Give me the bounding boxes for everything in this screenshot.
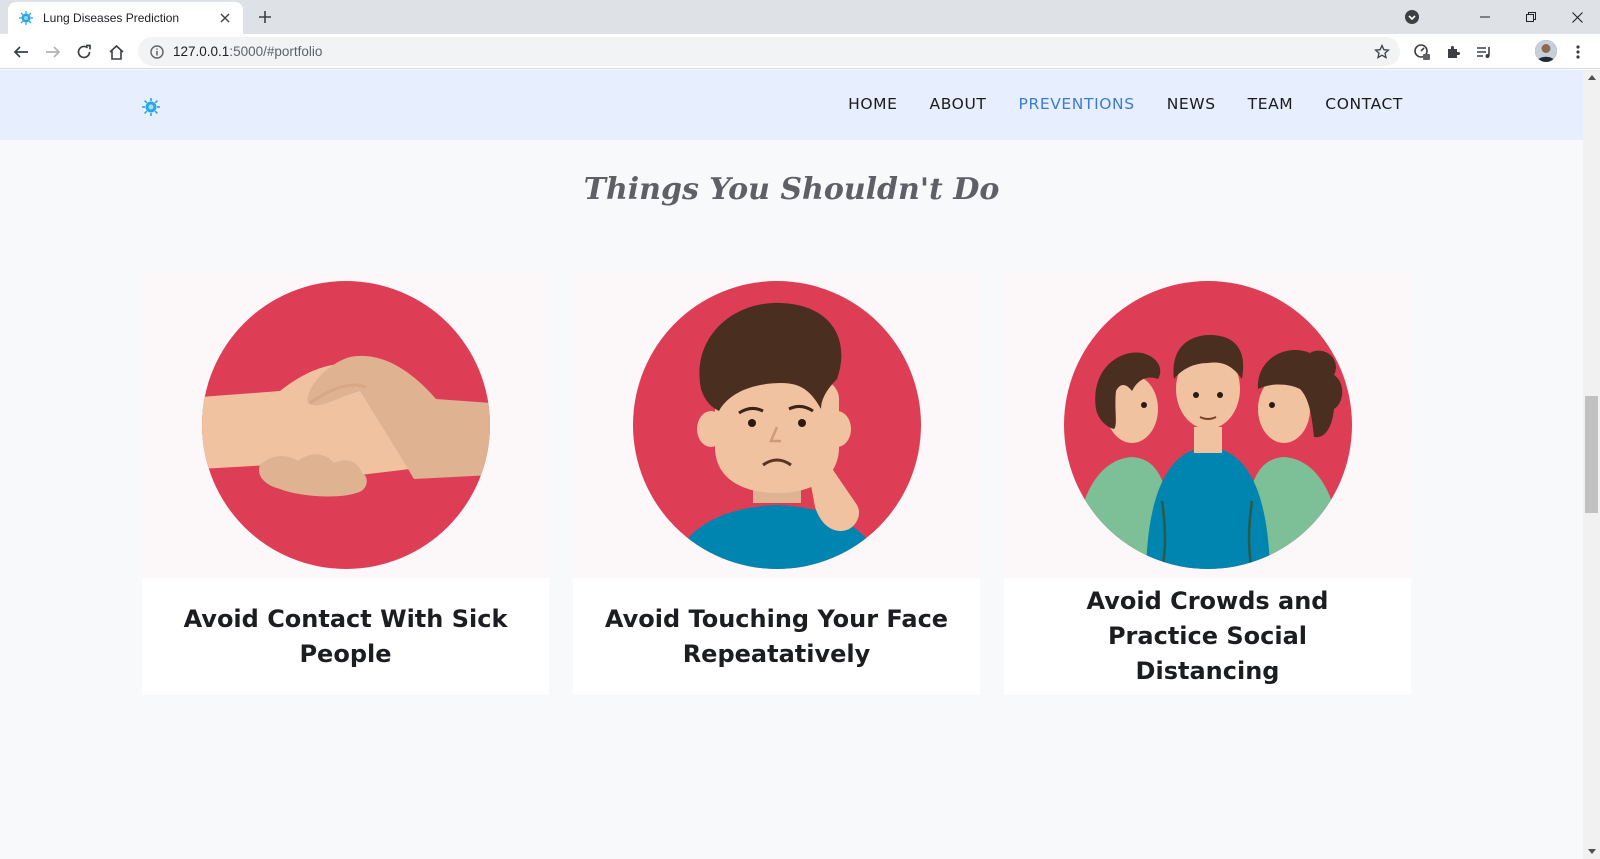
- tab-title: Lung Diseases Prediction: [43, 11, 180, 25]
- card-title: Avoid Contact With Sick People: [183, 604, 508, 668]
- page-viewport: HOME ABOUT PREVENTIONS NEWS TEAM CONTACT…: [0, 70, 1583, 859]
- nav-contact[interactable]: CONTACT: [1325, 95, 1403, 113]
- back-arrow-icon[interactable]: [9, 40, 33, 64]
- site-header: HOME ABOUT PREVENTIONS NEWS TEAM CONTACT: [0, 70, 1583, 140]
- site-info-icon[interactable]: [149, 44, 165, 60]
- virus-favicon-icon: [18, 10, 34, 26]
- nav-team[interactable]: TEAM: [1248, 95, 1294, 113]
- nav-news[interactable]: NEWS: [1167, 95, 1216, 113]
- browser-toolbar: 127.0.0.1:5000/#portfolio: [0, 34, 1600, 69]
- home-icon[interactable]: [104, 40, 128, 64]
- new-tab-icon[interactable]: [254, 6, 276, 28]
- url-host: 127.0.0.1: [173, 44, 230, 59]
- card-avoid-touching-face[interactable]: Avoid Touching Your Face Repeatatively: [573, 272, 980, 695]
- site-nav: HOME ABOUT PREVENTIONS NEWS TEAM CONTACT: [848, 95, 1403, 113]
- menu-kebab-icon[interactable]: [1537, 41, 1559, 63]
- face-touching-illustration: [573, 272, 980, 578]
- site-logo-virus-icon[interactable]: [141, 97, 161, 117]
- scrollbar-thumb[interactable]: [1585, 396, 1598, 513]
- card-title: Avoid Crowds and Practice Social Distanc…: [1086, 587, 1329, 685]
- browser-tab[interactable]: Lung Diseases Prediction: [8, 2, 243, 34]
- prevention-cards: Avoid Contact With Sick People Avoid Tou…: [142, 272, 1411, 695]
- restore-icon[interactable]: [1508, 2, 1554, 32]
- nav-about[interactable]: ABOUT: [930, 95, 987, 113]
- reload-icon[interactable]: [72, 40, 96, 64]
- browser-menu-icon[interactable]: [1567, 41, 1589, 63]
- forward-arrow-icon[interactable]: [41, 40, 65, 64]
- crowd-illustration: [1004, 272, 1411, 578]
- close-tab-icon[interactable]: [217, 10, 233, 26]
- scroll-up-arrow-icon[interactable]: [1588, 75, 1596, 80]
- nav-home[interactable]: HOME: [848, 95, 897, 113]
- bookmark-star-icon[interactable]: [1372, 42, 1392, 62]
- tab-strip: Lung Diseases Prediction: [0, 0, 1600, 34]
- reading-list-icon[interactable]: [1473, 41, 1495, 63]
- section-title: Things You Shouldn't Do: [583, 172, 1000, 207]
- card-title: Avoid Touching Your Face Repeatatively: [604, 604, 949, 668]
- performance-icon[interactable]: [1411, 41, 1433, 63]
- url-path: :5000/#portfolio: [229, 44, 323, 59]
- extensions-puzzle-icon[interactable]: [1442, 41, 1464, 63]
- handshake-illustration: [142, 272, 549, 578]
- card-avoid-crowds[interactable]: Avoid Crowds and Practice Social Distanc…: [1004, 272, 1411, 695]
- page-scrollbar[interactable]: [1583, 70, 1600, 859]
- card-avoid-contact[interactable]: Avoid Contact With Sick People: [142, 272, 549, 695]
- scroll-down-arrow-icon[interactable]: [1588, 849, 1596, 854]
- nav-preventions[interactable]: PREVENTIONS: [1019, 95, 1135, 113]
- close-window-icon[interactable]: [1554, 2, 1600, 32]
- address-bar[interactable]: 127.0.0.1:5000/#portfolio: [138, 37, 1400, 66]
- minimize-icon[interactable]: [1462, 2, 1508, 32]
- url-text: 127.0.0.1:5000/#portfolio: [173, 44, 1372, 59]
- tab-search-icon[interactable]: [1402, 7, 1422, 27]
